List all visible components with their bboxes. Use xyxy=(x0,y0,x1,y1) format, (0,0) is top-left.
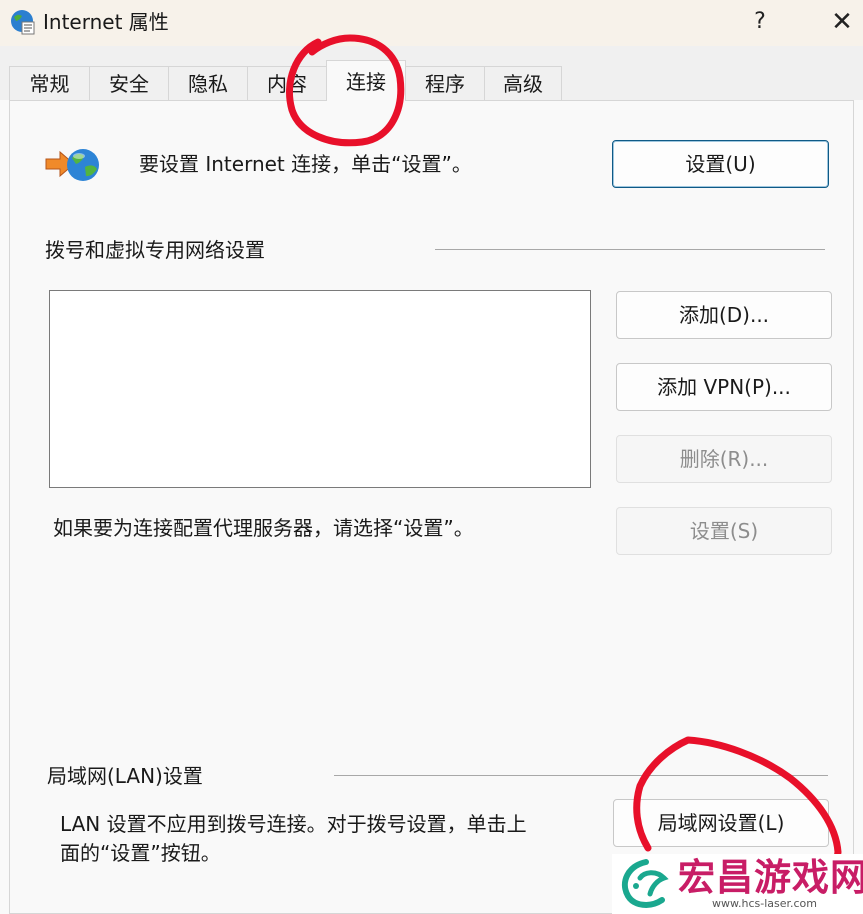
delete-connection-button[interactable]: 删除(R)... xyxy=(616,435,832,483)
help-button[interactable]: ? xyxy=(740,4,780,40)
lan-settings-button[interactable]: 局域网设置(L) xyxy=(613,799,829,847)
window-title: Internet 属性 xyxy=(43,10,169,34)
close-button[interactable]: ✕ xyxy=(820,4,863,40)
watermark-url: www.hcs-laser.com xyxy=(712,897,817,910)
add-connection-button[interactable]: 添加(D)... xyxy=(616,291,832,339)
connections-list[interactable] xyxy=(49,290,591,488)
proxy-settings-button[interactable]: 设置(S) xyxy=(616,507,832,555)
internet-globe-icon xyxy=(11,10,35,35)
internet-connect-icon xyxy=(45,149,99,181)
watermark-brand: 宏昌游戏网 xyxy=(678,856,863,899)
lan-separator xyxy=(334,775,828,776)
dialup-separator xyxy=(435,249,825,250)
internet-properties-window: Internet 属性 ? ✕ 常规 安全 隐私 内容 连接 程序 高级 要设置… xyxy=(0,0,863,914)
tab-privacy[interactable]: 隐私 xyxy=(168,66,248,100)
lan-note-line1: LAN 设置不应用到拨号连接。对于拨号设置，单击上 xyxy=(60,812,527,836)
lan-note-line2: 面的“设置”按钮。 xyxy=(60,841,221,865)
add-vpn-button[interactable]: 添加 VPN(P)... xyxy=(616,363,832,411)
watermark-logo: 宏昌游戏网 www.hcs-laser.com xyxy=(612,854,863,914)
setup-instruction: 要设置 Internet 连接，单击“设置”。 xyxy=(139,152,472,176)
proxy-instruction: 如果要为连接配置代理服务器，请选择“设置”。 xyxy=(53,516,474,540)
watermark-swoosh-icon xyxy=(621,859,669,908)
tab-connections[interactable]: 连接 xyxy=(326,60,406,101)
tab-security[interactable]: 安全 xyxy=(89,66,169,100)
tab-content[interactable]: 内容 xyxy=(247,66,327,100)
title-bar: Internet 属性 ? ✕ xyxy=(0,0,863,46)
tab-programs[interactable]: 程序 xyxy=(405,66,485,100)
setup-button[interactable]: 设置(U) xyxy=(612,140,829,188)
tab-general[interactable]: 常规 xyxy=(9,66,90,100)
lan-heading: 局域网(LAN)设置 xyxy=(47,764,203,788)
dialup-vpn-heading: 拨号和虚拟专用网络设置 xyxy=(45,238,265,262)
tab-advanced[interactable]: 高级 xyxy=(484,66,562,100)
